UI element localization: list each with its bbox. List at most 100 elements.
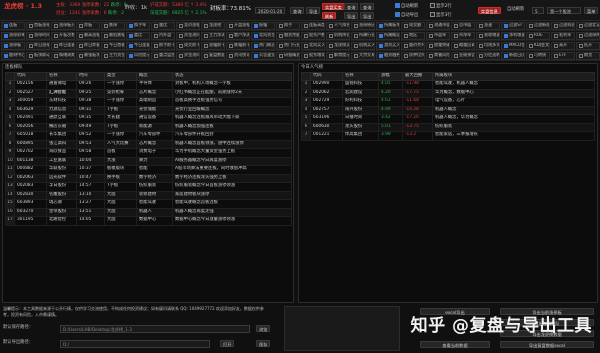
- table-cell[interactable]: T字板: [104, 122, 137, 132]
- filter-row2-item[interactable]: 地区: [401, 31, 425, 40]
- table-cell[interactable]: 纺织服装: [136, 182, 173, 192]
- table-row[interactable]: 2 002062 宏润建设 4.20 -17.75 华为概念，数据中心: [301, 88, 595, 98]
- filter-row3-item[interactable]: 机构买入: [351, 41, 375, 50]
- filter-row4-item[interactable]: 业绩预告: [451, 51, 475, 60]
- table-cell[interactable]: 北路智控: [46, 216, 77, 226]
- open-button[interactable]: 打开: [220, 340, 235, 347]
- table-cell[interactable]: 4.99: [378, 105, 403, 115]
- table-cell[interactable]: 600895: [14, 139, 47, 149]
- rows-option-3[interactable]: 显示3行: [430, 12, 452, 19]
- table-cell[interactable]: 机器人: [136, 207, 173, 217]
- filter-row2-item[interactable]: 委比: [126, 31, 150, 40]
- filter-row2-item[interactable]: 市盈率: [426, 31, 450, 40]
- table-cell[interactable]: 机器人概念: [432, 105, 595, 115]
- table-cell[interactable]: 工业富联: [46, 156, 77, 166]
- table-cell[interactable]: 09:53: [76, 139, 105, 149]
- filter-row3-item[interactable]: 跌幅前十: [226, 41, 250, 50]
- table-cell[interactable]: 孚日股份: [46, 182, 77, 192]
- filter-row1-item[interactable]: 连板高度: [301, 21, 325, 30]
- filter-row3-item[interactable]: 昨日炸板: [76, 41, 100, 50]
- filter-row4-item[interactable]: 大宗交易: [351, 51, 375, 60]
- filter-row2-item[interactable]: 股东户数: [301, 31, 325, 40]
- table-cell[interactable]: 14:05: [76, 216, 105, 226]
- table-cell[interactable]: 光伏储能: [136, 105, 173, 115]
- table-cell[interactable]: 数字经济连板龙头强势上板: [172, 173, 292, 183]
- filter-row4-item[interactable]: 新股日历: [501, 51, 525, 60]
- table-cell[interactable]: 09:25: [76, 88, 105, 98]
- filter-row4-item[interactable]: 可转债: [526, 51, 550, 60]
- table-cell[interactable]: 名雕股份: [46, 190, 77, 200]
- filter-row1-item[interactable]: 量比: [151, 21, 175, 30]
- filter-row3-item[interactable]: 涨幅前十: [201, 41, 225, 50]
- filter-row1-item[interactable]: 总市值: [451, 21, 475, 30]
- table-cell[interactable]: 4.05: [378, 80, 403, 90]
- filter-row4-item[interactable]: 公告速览: [251, 51, 275, 60]
- table-cell[interactable]: 09:26: [76, 80, 105, 90]
- table-cell[interactable]: 301195: [14, 216, 47, 226]
- table-row[interactable]: 3 002729 好利科技 4.61 -11.68 电气设备，芯片: [301, 97, 595, 107]
- filter-row2-item[interactable]: 资金流向: [176, 31, 200, 40]
- filter-row4-item[interactable]: 股东增减持: [301, 51, 325, 60]
- table-row[interactable]: 17 301195 北路智控 14:05 大面 数据中心 数据中心概念今日放量涨停领涨: [5, 216, 292, 226]
- table-cell[interactable]: 算力: [136, 156, 173, 166]
- filter-row3-item[interactable]: 昨日涨停: [26, 41, 50, 50]
- stock-pool-select[interactable]: 第一个股池: [547, 7, 581, 14]
- table-cell[interactable]: 13:27: [76, 199, 105, 209]
- auto-refresh-check[interactable]: 自动刷新: [395, 3, 418, 10]
- table-cell[interactable]: 悍高集团: [342, 131, 379, 141]
- table-cell[interactable]: 盛视科技: [342, 80, 379, 90]
- table-row[interactable]: 15 603893 瑞芯微 13:27 大面 智能驾驶 智能驾驶概念首板连板: [5, 199, 292, 209]
- table-cell[interactable]: 纺织服装概念今日首板涨停领涨: [172, 182, 292, 192]
- table-cell[interactable]: 机器人概念连板跟风带动大幅下跌: [172, 114, 292, 124]
- filter-row1-item[interactable]: 人气排名: [326, 21, 350, 30]
- table-cell[interactable]: 10:37: [76, 165, 105, 175]
- table-cell[interactable]: 宏润建设: [342, 88, 379, 98]
- filter-row2-item[interactable]: 营收增速: [476, 31, 500, 40]
- table-cell[interactable]: 通鼎互联: [46, 114, 77, 124]
- table-cell[interactable]: 002063: [14, 173, 47, 183]
- table-cell[interactable]: 一字涨停: [104, 80, 137, 90]
- table-cell[interactable]: 002729: [310, 97, 343, 107]
- table-cell[interactable]: 张江高科: [46, 139, 77, 149]
- table-cell[interactable]: 芯片概念: [136, 139, 173, 149]
- table-cell[interactable]: 大涨: [104, 156, 137, 166]
- table-row[interactable]: 1 002990 盛视科技 4.05 -11.98 智能驾驶，机器人概念: [301, 80, 595, 90]
- table-cell[interactable]: 一字涨停: [104, 97, 137, 107]
- table-cell[interactable]: 002990: [310, 80, 343, 90]
- filter-row2-item[interactable]: 主力净流入: [201, 31, 225, 40]
- table-cell[interactable]: 智能: [136, 165, 173, 175]
- filter-row3-item[interactable]: 热门行业: [276, 41, 300, 50]
- table-cell[interactable]: 600630: [310, 122, 343, 132]
- filter-row2-item[interactable]: 所属概念: [376, 31, 400, 40]
- table-cell[interactable]: 09:58: [76, 148, 105, 158]
- filter-row2-item[interactable]: 最低跌幅: [101, 31, 125, 40]
- table-cell[interactable]: -11.98: [402, 80, 433, 90]
- live-info-button[interactable]: 实盘信息: [478, 7, 501, 14]
- filter-row3-item[interactable]: 今日连板: [126, 41, 150, 50]
- table-cell[interactable]: 横店东磁: [46, 122, 77, 132]
- table-cell[interactable]: -17.75: [402, 88, 433, 98]
- auto-export-check[interactable]: 自动导出: [395, 12, 418, 19]
- filter-row1-item[interactable]: 首板涨停: [26, 21, 50, 30]
- table-row[interactable]: 6 600630 龙头股份 5.01 -13.75 纺织服装: [301, 122, 595, 132]
- filter-row3-item[interactable]: 游资买入: [376, 41, 400, 50]
- table-cell[interactable]: 09:38: [76, 97, 105, 107]
- filter-row2-item[interactable]: 所属行业: [351, 31, 375, 40]
- table-row[interactable]: 16 603270 金帝股份 13:51 大面 机器人 机器人概念再度走强: [5, 207, 292, 217]
- view-data-button[interactable]: 查看当前数据: [420, 341, 490, 348]
- filter-row2-item[interactable]: 市净率: [451, 31, 475, 40]
- filter-row1-item[interactable]: 涨停原因: [351, 21, 375, 30]
- filter-row2-item[interactable]: 开板次数: [51, 31, 75, 40]
- table-cell[interactable]: 601138: [14, 156, 47, 166]
- filter-row1-item[interactable]: 涨速: [476, 21, 500, 30]
- filter-row3-item[interactable]: 换手前十: [151, 41, 175, 50]
- filter-row1-item[interactable]: 龙虎榜: [201, 21, 225, 30]
- table-cell[interactable]: 数据中心概念今日放量涨停领涨: [172, 216, 292, 226]
- table-cell[interactable]: 竞价抢筹: [104, 88, 137, 98]
- filter-row4-item[interactable]: 题材中心: [1, 51, 25, 60]
- table-cell[interactable]: 机器人概念，华为概念: [432, 114, 595, 124]
- filter-row4-item[interactable]: 重点监控: [151, 51, 175, 60]
- table-cell[interactable]: 002056: [14, 122, 47, 132]
- sub-button-b[interactable]: 导出: [344, 12, 359, 19]
- table-cell[interactable]: 数字经济: [136, 173, 173, 183]
